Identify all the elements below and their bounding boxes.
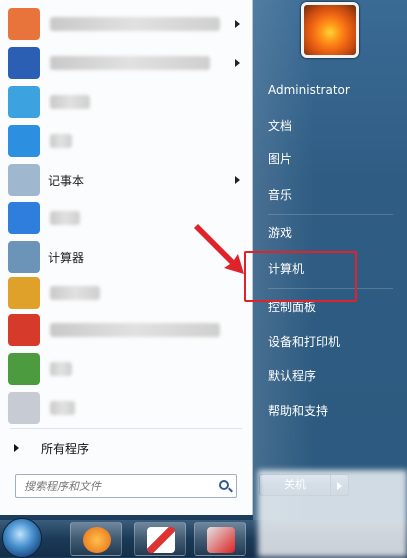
stock-icon (8, 314, 40, 346)
all-programs-label: 所有程序 (41, 441, 90, 456)
magnifier-icon (8, 353, 40, 385)
app-logo-icon (83, 527, 111, 553)
divider (268, 214, 393, 215)
cards-icon (8, 392, 40, 424)
cards-icon (147, 527, 175, 553)
places-item[interactable]: Administrator (268, 78, 398, 102)
start-orb-icon[interactable] (2, 518, 42, 558)
submenu-arrow-icon[interactable] (235, 59, 240, 67)
divider (10, 428, 242, 429)
plane-icon (8, 125, 40, 157)
places-item[interactable]: 音乐 (268, 183, 398, 207)
places-item[interactable]: 游戏 (268, 221, 398, 245)
submenu-arrow-icon[interactable] (235, 20, 240, 28)
program-item[interactable] (4, 5, 250, 43)
program-label: 计算器 (48, 250, 85, 265)
program-item[interactable] (4, 122, 250, 160)
annotation-arrow-icon (194, 224, 244, 274)
triangle-right-icon (14, 444, 19, 452)
places-item[interactable]: 默认程序 (268, 364, 398, 388)
wps-icon (8, 202, 40, 234)
watermark (258, 470, 407, 557)
blurred-label (50, 211, 80, 225)
notepad-icon (8, 164, 40, 196)
program-item[interactable] (4, 311, 250, 349)
blurred-label (50, 286, 100, 300)
blurred-label (50, 323, 220, 337)
start-menu: 记事本计算器 所有程序 Administrator文档图片音乐游戏计算机控制面板… (0, 0, 407, 520)
calculator-icon (8, 241, 40, 273)
chat-icon (8, 86, 40, 118)
blurred-label (50, 95, 90, 109)
program-item[interactable] (4, 350, 250, 388)
search-box[interactable] (15, 474, 237, 498)
blurred-label (50, 401, 75, 415)
places-item[interactable]: 帮助和支持 (268, 399, 398, 423)
taskbar-app-2[interactable] (134, 522, 186, 556)
taskbar-app-3[interactable] (194, 522, 246, 556)
program-item[interactable] (4, 389, 250, 427)
blurred-label (50, 362, 72, 376)
search-icon[interactable] (219, 480, 229, 490)
word-icon (8, 47, 40, 79)
program-item[interactable]: 记事本 (4, 161, 250, 199)
search-input[interactable] (24, 479, 214, 493)
places-item[interactable]: 文档 (268, 114, 398, 138)
program-item[interactable] (4, 83, 250, 121)
blurred-label (50, 134, 72, 148)
app-icon (8, 277, 40, 309)
blurred-label (50, 56, 210, 70)
all-programs-button[interactable]: 所有程序 (0, 434, 253, 462)
program-item[interactable] (4, 44, 250, 82)
taskbar-app-1[interactable] (70, 522, 122, 556)
places-item[interactable]: 图片 (268, 147, 398, 171)
pdf-icon (8, 8, 40, 40)
user-picture[interactable] (301, 2, 359, 58)
blurred-label (50, 17, 220, 31)
program-label: 记事本 (48, 173, 85, 188)
program-item[interactable] (4, 274, 250, 312)
app-logo-icon (207, 527, 235, 553)
submenu-arrow-icon[interactable] (235, 176, 240, 184)
places-item[interactable]: 设备和打印机 (268, 330, 398, 354)
highlight-box (244, 251, 357, 302)
